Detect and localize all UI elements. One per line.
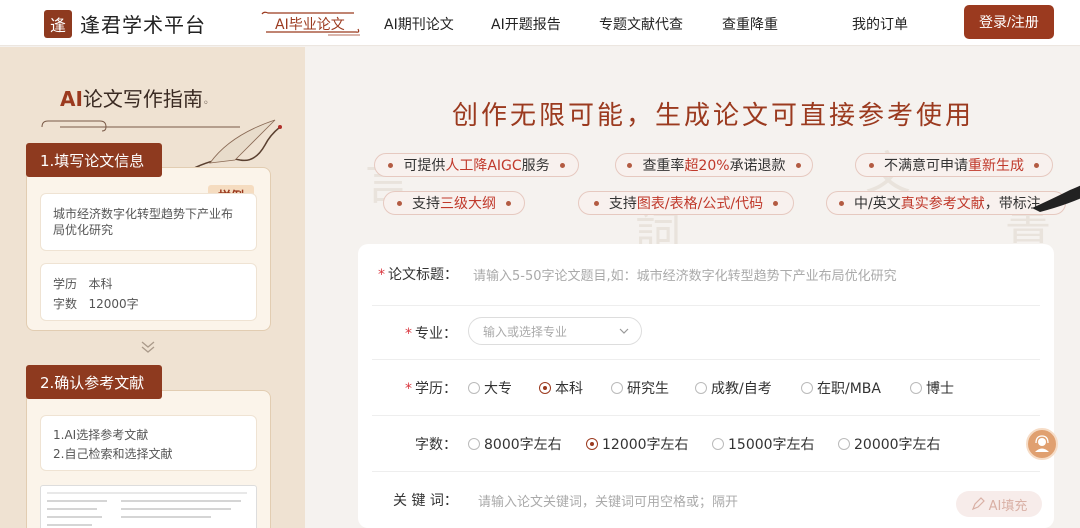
top-navbar: 逢 逢君学术平台 AI毕业论文 AI期刊论文 AI开题报告 专题文献代查 查重降… — [0, 0, 1080, 46]
keywords-input[interactable]: 请输入论文关键词，关键词可用空格或；隔开 — [478, 491, 738, 510]
degree-label: * 学历： — [405, 381, 457, 397]
writing-guide-panel: AI论文写作指南◦ 1.填写论文信息 样例 城市经济数字化转型趋势下产业布局优化… — [0, 47, 305, 528]
nav-ai-journal[interactable]: AI期刊论文 — [384, 14, 454, 34]
words-option[interactable]: 8000字左右 — [468, 434, 562, 454]
reference-preview-thumbnail — [40, 485, 257, 528]
major-label: * 专业： — [405, 326, 457, 342]
step2-badge: 2.确认参考文献 — [26, 365, 162, 399]
guide-title: AI论文写作指南◦ — [60, 87, 209, 111]
nav-ai-thesis[interactable]: AI毕业论文 — [275, 14, 345, 34]
reference-steps: 1.AI选择参考文献 2.自己检索和选择文献 — [40, 415, 257, 471]
thesis-form: * 论文标题： 请输入5-50字论文题目,如：城市经济数字化转型趋势下产业布局优化… — [358, 244, 1054, 528]
double-chevron-down-icon — [141, 341, 155, 353]
pen-icon — [971, 497, 985, 511]
degree-option[interactable]: 博士 — [910, 378, 954, 398]
nav-literature-search[interactable]: 专题文献代查 — [599, 14, 683, 34]
feature-tag: 支持 图表/表格/公式/代码 — [578, 191, 794, 215]
nav-my-orders[interactable]: 我的订单 — [852, 14, 908, 34]
sample-topic: 城市经济数字化转型趋势下产业布局优化研究 — [40, 193, 257, 251]
ai-fill-button[interactable]: AI填充 — [956, 491, 1042, 517]
step1-badge: 1.填写论文信息 — [26, 143, 162, 177]
feature-tag: 可提供 人工降AIGC 服务 — [374, 153, 579, 177]
support-agent-icon — [1035, 435, 1049, 452]
degree-option[interactable]: 研究生 — [611, 378, 669, 398]
feature-tag: 不满意可申请 重新生成 — [855, 153, 1053, 177]
headline: 创作无限可能，生成论文可直接参考使用 — [452, 101, 975, 131]
brand-logo[interactable]: 逢 逢君学术平台 — [44, 9, 206, 38]
degree-option[interactable]: 大专 — [468, 378, 512, 398]
ink-brush-icon — [1032, 185, 1080, 212]
nav-plagiarism-check[interactable]: 查重降重 — [722, 14, 778, 34]
title-input[interactable]: 请输入5-50字论文题目,如：城市经济数字化转型趋势下产业布局优化研究 — [473, 265, 897, 284]
chevron-down-icon — [619, 328, 629, 334]
degree-option-selected[interactable]: 本科 — [539, 378, 583, 398]
sample-meta: 学历 本科 字数 12000字 — [40, 263, 257, 321]
feature-tag: 查重率 超20% 承诺退款 — [615, 153, 813, 177]
words-label: 字数： — [415, 437, 457, 453]
customer-support-button[interactable] — [1026, 428, 1058, 460]
title-label: * 论文标题： — [378, 267, 458, 283]
main-content: 言 詞 文 書 创作无限可能，生成论文可直接参考使用 可提供人工降AIGC服务 … — [305, 47, 1080, 528]
logo-icon: 逢 — [44, 9, 72, 38]
words-option-selected[interactable]: 12000字左右 — [586, 434, 689, 454]
major-select[interactable]: 输入或选择专业 — [468, 317, 642, 345]
words-option[interactable]: 15000字左右 — [712, 434, 815, 454]
feature-tag: 支持 三级大纲 — [383, 191, 525, 215]
login-register-button[interactable]: 登录/注册 — [964, 5, 1054, 39]
words-option[interactable]: 20000字左右 — [838, 434, 941, 454]
nav-ai-proposal[interactable]: AI开题报告 — [491, 14, 561, 34]
brand-name: 逢君学术平台 — [80, 13, 206, 37]
degree-option[interactable]: 成教/自考 — [695, 378, 772, 398]
degree-option[interactable]: 在职/MBA — [801, 378, 881, 398]
keywords-label: 关 键 词： — [393, 493, 458, 509]
